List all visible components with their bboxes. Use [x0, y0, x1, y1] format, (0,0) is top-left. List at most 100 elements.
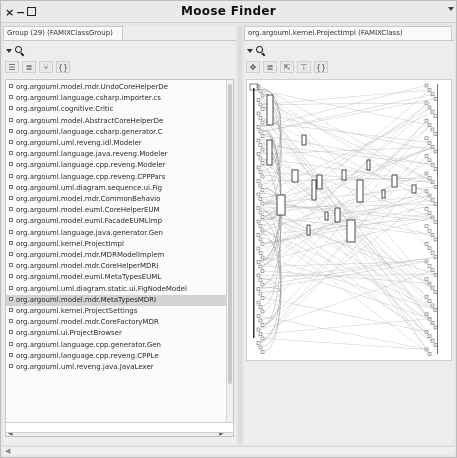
tab-group[interactable]: Group (29) (FAMIXClassGroup) [3, 26, 123, 40]
graph-node [258, 264, 263, 269]
left-search-input[interactable] [27, 45, 234, 57]
class-icon [9, 84, 13, 88]
graph-edge [260, 85, 428, 128]
class-icon [9, 218, 13, 223]
list-item[interactable]: org.argouml.model.mdr.CoreHelperMDRI [6, 261, 227, 272]
class-icon [9, 263, 13, 268]
list-item[interactable]: org.argouml.uml.diagram.sequence.ui.Fig [6, 183, 227, 194]
list-item[interactable]: org.argouml.model.mdr.CoreFactoryMDR [6, 317, 227, 328]
list-item-label: org.argouml.model.mdr.MetaTypesMDRI [16, 295, 157, 304]
list-item[interactable]: org.argouml.uml.reveng.java.JavaLexer [6, 362, 227, 373]
search-icon[interactable] [14, 45, 26, 57]
graph-box [276, 194, 286, 216]
graph-node [433, 237, 438, 242]
list-item[interactable]: org.argouml.model.mdr.CommonBehavio [6, 194, 227, 205]
title-bar[interactable]: × − Moose Finder [1, 1, 456, 23]
list-item-label: org.argouml.language.csharp.generator.C [16, 127, 163, 136]
tree-view-icon[interactable]: ⊤ [297, 61, 311, 73]
move-icon[interactable]: ✥ [246, 61, 260, 73]
graph-box [316, 174, 323, 190]
tree-view-icon[interactable]: ⑂ [39, 61, 53, 73]
graph-node [433, 325, 438, 330]
list-item[interactable]: org.argouml.language.cpp.reveng.CPPLe [6, 351, 227, 362]
graph-box [306, 224, 311, 236]
list-item[interactable]: org.argouml.uml.diagram.static.ui.FigNod… [6, 284, 227, 295]
list-item[interactable]: org.argouml.model.mdr.MDRModelImplem [6, 250, 227, 261]
graph-node [256, 111, 261, 116]
graph-node [427, 228, 432, 233]
graph-edge [260, 126, 437, 293]
details-view-icon[interactable]: ≣ [22, 61, 36, 73]
graph-node [260, 147, 265, 152]
list-item[interactable]: org.argouml.language.java.generator.Gen [6, 228, 227, 239]
graph-node [430, 250, 435, 255]
graph-edge [264, 270, 431, 284]
list-view-icon[interactable]: ☰ [5, 61, 19, 73]
class-icon [9, 173, 13, 178]
class-icon [9, 341, 13, 346]
graph-box [391, 174, 398, 188]
graph-edge [264, 230, 431, 355]
dependency-graph [249, 83, 438, 356]
list-item[interactable]: org.argouml.language.csharp.generator.C [6, 127, 227, 138]
graph-box [324, 211, 329, 221]
chevron-down-icon[interactable] [6, 49, 12, 53]
class-icon [9, 319, 13, 324]
search-icon[interactable] [255, 45, 267, 57]
list-item-label: org.argouml.model.mdr.UndoCoreHelperDe [16, 83, 168, 91]
list-item[interactable]: org.argouml.language.csharp.importer.cs [6, 93, 227, 104]
list-item[interactable]: org.argouml.kernel.ProjectSettings [6, 306, 227, 317]
code-view-icon[interactable]: {} [314, 61, 328, 73]
window-horizontal-scrollbar[interactable]: ◀ [3, 446, 454, 455]
graph-box [311, 179, 317, 201]
code-view-icon[interactable]: {} [56, 61, 70, 73]
list-item[interactable]: org.argouml.language.cpp.generator.Gen [6, 340, 227, 351]
visualization-canvas[interactable] [246, 79, 452, 361]
list-item-label: org.argouml.language.java.reveng.Modeler [16, 150, 168, 159]
list-item[interactable]: org.argouml.model.mdr.UndoCoreHelperDe [6, 82, 227, 93]
list-item[interactable]: org.argouml.uml.reveng.idl.Modeler [6, 138, 227, 149]
list-item[interactable]: org.argouml.model.AbstractCoreHelperDe [6, 116, 227, 127]
tab-class[interactable]: org.argouml.kernel.ProjectImpl (FAMIXCla… [244, 26, 452, 40]
list-view-icon[interactable]: ≣ [263, 61, 277, 73]
scroll-left-icon[interactable]: ◀ [5, 447, 10, 455]
scrollbar-thumb[interactable] [228, 84, 232, 384]
list-item-label: org.argouml.kernel.ProjectSettings [16, 307, 138, 315]
graph-edge [260, 113, 437, 152]
graph-node [424, 136, 429, 141]
window-menu-caret-icon[interactable] [448, 7, 454, 11]
list-item[interactable]: org.argouml.language.cpp.reveng.CPPPars [6, 172, 227, 183]
graph-edge [264, 257, 437, 311]
graph-edge [262, 117, 431, 302]
graph-node [256, 152, 261, 156]
graph-edge [262, 94, 434, 132]
list-item[interactable]: org.argouml.model.mdr.MetaTypesMDRI [6, 294, 227, 306]
list-item-label: org.argouml.language.cpp.reveng.CPPLe [16, 351, 159, 360]
graph-edge [262, 158, 434, 218]
left-bottom-field[interactable] [5, 422, 234, 433]
list-item-label: org.argouml.language.cpp.generator.Gen [16, 340, 161, 349]
list-item[interactable]: org.argouml.language.java.reveng.Modeler [6, 149, 227, 160]
graph-axis [437, 84, 438, 354]
list-item[interactable]: org.argouml.language.cpp.reveng.Modeler [6, 160, 227, 171]
graph-edge [260, 274, 437, 276]
list-item[interactable]: org.argouml.kernel.ProjectImpl [6, 239, 227, 250]
graph-node [258, 143, 263, 147]
class-icon [9, 184, 13, 189]
list-item[interactable]: org.argouml.model.euml.FacadeEUMLImp [6, 216, 227, 227]
graph-node [260, 201, 265, 206]
right-pane: org.argouml.kernel.ProjectImpl (FAMIXCla… [244, 26, 454, 444]
right-search-input[interactable] [268, 45, 452, 57]
graph-edge [264, 338, 428, 350]
list-item[interactable]: org.argouml.model.euml.MetaTypesEUML [6, 272, 227, 283]
export-icon[interactable]: ⇱ [280, 61, 294, 73]
list-item[interactable]: org.argouml.ui.ProjectBrowser [6, 328, 227, 339]
list-item[interactable]: org.argouml.model.euml.CoreHelperEUM [6, 205, 227, 216]
graph-box [301, 134, 307, 146]
entity-list[interactable]: org.argouml.model.mdr.UndoCoreHelperDe or… [5, 79, 234, 437]
chevron-down-icon[interactable] [247, 49, 253, 53]
list-item[interactable]: org.argouml.cognitive.Critic [6, 104, 227, 115]
vertical-scrollbar[interactable] [226, 80, 233, 436]
pane-divider[interactable] [238, 26, 242, 444]
graph-node [427, 264, 432, 268]
